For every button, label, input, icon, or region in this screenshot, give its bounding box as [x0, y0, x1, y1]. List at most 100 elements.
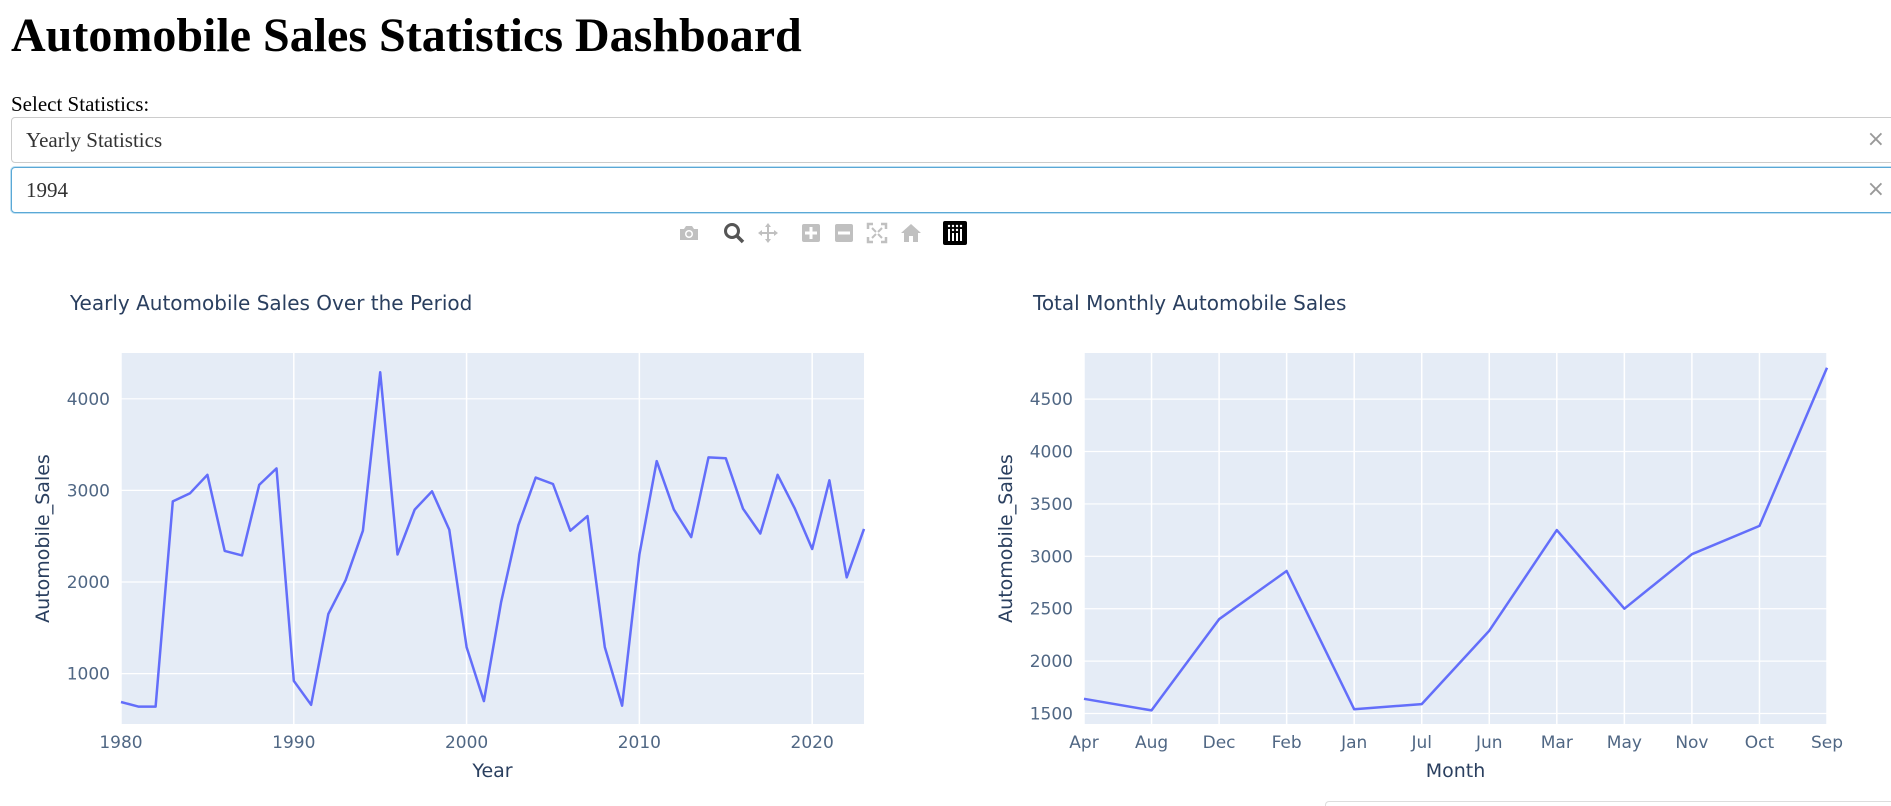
x-tick-label: Aug	[1135, 733, 1168, 753]
data-point	[395, 552, 401, 558]
data-point	[1621, 606, 1627, 612]
data-point	[688, 534, 694, 540]
data-point	[170, 498, 176, 504]
chart-title: Total Monthly Automobile Sales	[1032, 291, 1346, 315]
data-point	[809, 546, 815, 552]
data-point	[429, 488, 435, 494]
x-tick-label: Jul	[1410, 733, 1432, 753]
data-point	[844, 574, 850, 580]
pan-icon[interactable]	[755, 220, 781, 246]
data-point	[1351, 706, 1357, 712]
data-point	[636, 552, 642, 558]
zoom-icon[interactable]	[721, 220, 747, 246]
x-tick-label: 2010	[618, 733, 661, 753]
y-axis-label: Automobile_Sales	[32, 454, 54, 623]
data-point	[343, 577, 349, 583]
statistics-clear-icon[interactable]: ×	[1867, 127, 1885, 152]
data-point	[775, 472, 781, 478]
data-point	[446, 527, 452, 533]
data-point	[1216, 616, 1222, 622]
data-point	[1554, 527, 1560, 533]
plot-area	[121, 353, 864, 724]
year-dropdown[interactable]: 1994 ×	[11, 167, 1891, 213]
x-tick-label: 1990	[272, 733, 315, 753]
data-point	[1081, 696, 1087, 702]
data-point	[1149, 707, 1155, 713]
x-axis-label: Year	[471, 760, 512, 782]
x-tick-label: 2020	[791, 733, 834, 753]
data-point	[533, 475, 539, 481]
data-point	[1824, 365, 1830, 371]
data-point	[654, 458, 660, 464]
data-point	[602, 644, 608, 650]
data-point	[861, 526, 867, 532]
data-point	[308, 702, 314, 708]
data-point	[706, 454, 712, 460]
data-point	[412, 507, 418, 513]
x-tick-label: Jun	[1475, 733, 1503, 753]
y-tick-label: 1500	[1030, 705, 1073, 725]
data-point	[723, 455, 729, 461]
y-tick-label: 3000	[1030, 547, 1073, 567]
y-tick-label: 2000	[67, 573, 110, 593]
y-tick-label: 4500	[1030, 390, 1073, 410]
zoom-in-icon[interactable]	[798, 220, 824, 246]
data-point	[550, 481, 556, 487]
data-point	[274, 465, 280, 471]
data-point	[671, 507, 677, 513]
y-tick-label: 2000	[1030, 652, 1073, 672]
data-point	[1689, 551, 1695, 557]
data-point	[757, 531, 763, 537]
year-clear-icon[interactable]: ×	[1867, 177, 1885, 202]
autoscale-icon[interactable]	[864, 220, 890, 246]
data-point	[1757, 523, 1763, 529]
x-tick-label: Sep	[1811, 733, 1843, 753]
page-title: Automobile Sales Statistics Dashboard	[11, 9, 802, 62]
y-tick-label: 3000	[67, 481, 110, 501]
x-tick-label: Dec	[1203, 733, 1236, 753]
x-tick-label: May	[1607, 733, 1642, 753]
x-tick-label: Nov	[1675, 733, 1708, 753]
data-point	[740, 506, 746, 512]
data-point	[153, 704, 159, 710]
data-point	[360, 528, 366, 534]
data-point	[515, 522, 521, 528]
next-component-edge	[1325, 801, 1891, 806]
data-point	[619, 703, 625, 709]
select-statistics-label: Select Statistics:	[11, 92, 150, 116]
data-point	[204, 472, 210, 478]
data-point	[135, 704, 141, 710]
statistics-dropdown[interactable]: Yearly Statistics ×	[11, 117, 1891, 163]
yearly-sales-chart[interactable]: Yearly Automobile Sales Over the Period 1…	[0, 250, 963, 806]
data-point	[118, 699, 124, 705]
data-point	[239, 552, 245, 558]
data-point	[481, 698, 487, 704]
camera-icon[interactable]	[676, 220, 702, 246]
data-point	[291, 678, 297, 684]
reset-axes-icon[interactable]	[898, 220, 924, 246]
x-tick-label: Mar	[1541, 733, 1573, 753]
zoom-out-icon[interactable]	[831, 220, 857, 246]
x-tick-label: 1980	[99, 733, 142, 753]
data-point	[1486, 628, 1492, 634]
data-point	[585, 513, 591, 519]
y-tick-label: 4000	[67, 390, 110, 410]
y-tick-label: 1000	[67, 665, 110, 685]
data-point	[377, 369, 383, 375]
x-tick-label: Feb	[1272, 733, 1302, 753]
data-point	[256, 482, 262, 488]
plotly-logo-icon[interactable]	[942, 220, 968, 246]
data-point	[325, 611, 331, 617]
x-axis-label: Month	[1426, 760, 1486, 782]
statistics-dropdown-value: Yearly Statistics	[26, 128, 163, 152]
y-tick-label: 3500	[1030, 495, 1073, 515]
data-point	[826, 477, 832, 483]
monthly-sales-chart[interactable]: Total Monthly Automobile Sales Apr Aug Dec F…	[963, 250, 1891, 806]
data-point	[567, 528, 573, 534]
chart-title: Yearly Automobile Sales Over the Period	[69, 291, 472, 315]
y-axis-label: Automobile_Sales	[995, 454, 1017, 623]
data-point	[498, 599, 504, 605]
data-point	[464, 644, 470, 650]
data-point	[792, 506, 798, 512]
x-tick-label: Jan	[1340, 733, 1367, 753]
